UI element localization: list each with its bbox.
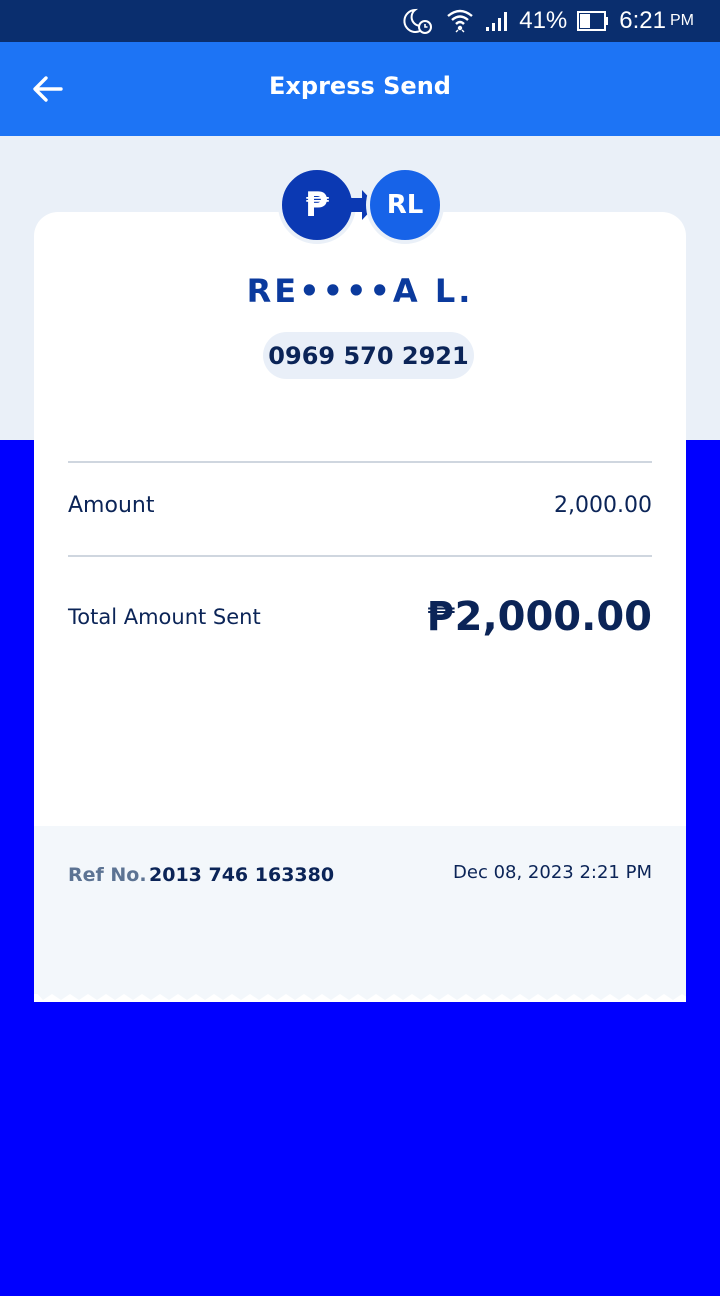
app-bar: Express Send — [0, 42, 720, 136]
receipt-zigzag-edge — [34, 990, 686, 1000]
status-time: 6:21 — [619, 7, 666, 34]
transfer-avatars: ₱ RL — [278, 166, 444, 244]
recipient-name: RE••••A L. — [246, 272, 474, 310]
battery-percent: 41% — [519, 7, 568, 34]
status-bar: 41% 6:21 PM — [0, 0, 720, 42]
amount-value: 2,000.00 — [554, 493, 652, 518]
page-title: Express Send — [269, 72, 451, 100]
total-amount-label: Total Amount Sent — [68, 605, 261, 629]
moon-alarm-icon — [401, 7, 435, 35]
divider — [68, 555, 652, 557]
divider — [68, 461, 652, 463]
signal-icon — [485, 10, 509, 32]
ref-label: Ref No. — [68, 864, 147, 886]
total-amount-value: ₱2,000.00 — [426, 594, 652, 640]
receipt-footer — [34, 826, 686, 994]
wifi-icon — [445, 7, 475, 35]
battery-icon — [577, 11, 609, 31]
ref-number: 2013 746 163380 — [149, 864, 335, 886]
amount-label: Amount — [68, 493, 155, 518]
recipient-avatar: RL — [366, 166, 444, 244]
transaction-datetime: Dec 08, 2023 2:21 PM — [453, 862, 652, 883]
status-ampm: PM — [670, 12, 694, 29]
recipient-phone: 0969 570 2921 — [263, 332, 474, 379]
